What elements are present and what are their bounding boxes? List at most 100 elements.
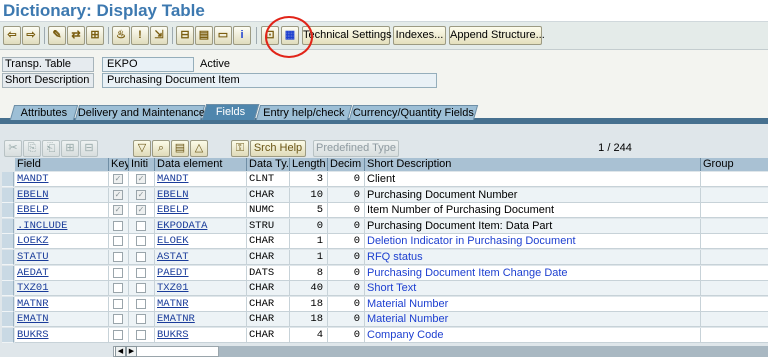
key-checkbox[interactable] bbox=[113, 283, 123, 294]
table-row[interactable]: LOEKZ ELOEK CHAR 1 0 Deletion Indicator in Pu… bbox=[15, 234, 768, 250]
table-row[interactable]: STATU ASTAT CHAR 1 0 RFQ status bbox=[15, 250, 768, 265]
back-icon[interactable]: ⇦ bbox=[3, 26, 21, 45]
tab-delivery-maintenance[interactable]: Delivery and Maintenance bbox=[74, 105, 206, 120]
table-row[interactable]: MATNR MATNR CHAR 18 0 Material Number bbox=[15, 296, 768, 312]
initial-values-checkbox[interactable] bbox=[136, 283, 146, 294]
field-name-cell[interactable]: TXZ01 bbox=[15, 281, 109, 297]
field-name-cell[interactable]: MATNR bbox=[15, 296, 109, 312]
table-row[interactable]: EBELN EBELN CHAR 10 0 Purchasing Document Num… bbox=[15, 187, 768, 203]
paste-row-icon[interactable]: ⎗ bbox=[42, 140, 60, 157]
navigate-icon[interactable]: ⇲ bbox=[150, 26, 168, 45]
data-element-cell[interactable]: EKPODATA bbox=[155, 218, 247, 234]
technical-settings-button[interactable]: Technical Settings bbox=[302, 26, 392, 45]
field-name-cell[interactable]: EMATN bbox=[15, 312, 109, 328]
other-object-icon[interactable]: ⇄ bbox=[67, 26, 85, 45]
key-checkbox[interactable] bbox=[113, 236, 123, 247]
row-selector[interactable] bbox=[2, 234, 14, 250]
initial-values-checkbox[interactable] bbox=[136, 267, 146, 278]
column-header-group[interactable]: Group bbox=[701, 158, 768, 171]
row-selector[interactable] bbox=[2, 203, 14, 219]
column-header-initial[interactable]: Initi bbox=[129, 158, 155, 171]
delete-row-icon[interactable]: ⊟ bbox=[80, 140, 98, 157]
info-icon[interactable]: i bbox=[233, 26, 251, 45]
row-selector[interactable] bbox=[2, 281, 14, 297]
display-change-icon[interactable]: ✎ bbox=[48, 26, 66, 45]
initial-values-checkbox[interactable]: ✓ bbox=[136, 189, 146, 200]
table-name-field[interactable]: EKPO bbox=[102, 57, 194, 72]
column-header-data-element[interactable]: Data element bbox=[155, 158, 247, 171]
data-element-cell[interactable]: EMATNR bbox=[155, 312, 247, 328]
table-row[interactable]: AEDAT PAEDT DATS 8 0 Purchasing Document Item… bbox=[15, 265, 768, 281]
data-element-cell[interactable]: MATNR bbox=[155, 296, 247, 312]
field-name-cell[interactable]: STATU bbox=[15, 250, 109, 265]
table-row[interactable]: TXZ01 TXZ01 CHAR 40 0 Short Text bbox=[15, 281, 768, 297]
filter-icon[interactable]: ▽ bbox=[133, 140, 151, 157]
column-header-length[interactable]: Length bbox=[290, 158, 328, 171]
table-row[interactable]: EMATN EMATNR CHAR 18 0 Material Number bbox=[15, 312, 768, 328]
column-header-decimals[interactable]: Decim bbox=[328, 158, 365, 171]
insert-row-icon[interactable]: ⊞ bbox=[61, 140, 79, 157]
short-description-field[interactable]: Purchasing Document Item bbox=[102, 73, 437, 88]
predefined-type-button[interactable]: Predefined Type bbox=[313, 140, 399, 157]
scroll-left-icon[interactable]: ◀ bbox=[115, 346, 126, 357]
tab-entry-help-check[interactable]: Entry help/check bbox=[255, 105, 353, 120]
column-header-short-description[interactable]: Short Description bbox=[365, 158, 701, 171]
horizontal-scrollbar[interactable]: ◀ ▶ bbox=[113, 346, 219, 357]
check-icon[interactable]: ⊞ bbox=[86, 26, 104, 45]
column-header-key[interactable]: Key bbox=[109, 158, 129, 171]
copy-row-icon[interactable]: ⎘ bbox=[23, 140, 41, 157]
table-row[interactable]: .INCLUDE EKPODATA STRU 0 0 Purchasing Documen… bbox=[15, 218, 768, 234]
data-element-cell[interactable]: EBELN bbox=[155, 187, 247, 203]
row-selector[interactable] bbox=[2, 172, 14, 187]
field-name-cell[interactable]: EBELN bbox=[15, 187, 109, 203]
field-name-cell[interactable]: LOEKZ bbox=[15, 234, 109, 250]
table-settings-icon[interactable]: ▤ bbox=[171, 140, 189, 157]
data-element-cell[interactable]: TXZ01 bbox=[155, 281, 247, 297]
table-row[interactable]: BUKRS BUKRS CHAR 4 0 Company Code bbox=[15, 328, 768, 343]
initial-values-checkbox[interactable] bbox=[136, 314, 146, 325]
field-name-cell[interactable]: BUKRS bbox=[15, 328, 109, 343]
initial-values-checkbox[interactable]: ✓ bbox=[136, 174, 146, 184]
key-checkbox[interactable]: ✓ bbox=[113, 174, 123, 184]
tab-currency-quantity-fields[interactable]: Currency/Quantity Fields bbox=[348, 105, 479, 120]
sort-icon[interactable]: △ bbox=[190, 140, 208, 157]
key-checkbox[interactable] bbox=[113, 252, 123, 262]
row-selector[interactable] bbox=[2, 187, 14, 203]
hierarchy-icon[interactable]: ⊟ bbox=[176, 26, 194, 45]
key-checkbox[interactable] bbox=[113, 267, 123, 278]
data-element-cell[interactable]: PAEDT bbox=[155, 265, 247, 281]
initial-values-checkbox[interactable] bbox=[136, 236, 146, 247]
tab-fields[interactable]: Fields bbox=[201, 104, 260, 120]
initial-values-checkbox[interactable] bbox=[136, 252, 146, 262]
row-selector[interactable] bbox=[2, 250, 14, 265]
field-name-cell[interactable]: MANDT bbox=[15, 172, 109, 187]
initial-values-checkbox[interactable] bbox=[136, 330, 146, 340]
find-icon[interactable]: ⌕ bbox=[152, 140, 170, 157]
key-checkbox[interactable]: ✓ bbox=[113, 189, 123, 200]
field-name-cell[interactable]: AEDAT bbox=[15, 265, 109, 281]
tab-attributes[interactable]: Attributes bbox=[9, 105, 79, 120]
forward-icon[interactable]: ⇨ bbox=[22, 26, 40, 45]
data-element-cell[interactable]: ASTAT bbox=[155, 250, 247, 265]
display-object-icon[interactable]: ▭ bbox=[214, 26, 232, 45]
cut-row-icon[interactable]: ✂ bbox=[4, 140, 22, 157]
activate-icon[interactable]: ♨ bbox=[112, 26, 130, 45]
row-selector[interactable] bbox=[2, 265, 14, 281]
field-name-cell[interactable]: EBELP bbox=[15, 203, 109, 219]
row-selector[interactable] bbox=[2, 328, 14, 343]
initial-values-checkbox[interactable] bbox=[136, 220, 146, 231]
srch-help-button[interactable]: Srch Help bbox=[250, 140, 306, 157]
key-checkbox[interactable] bbox=[113, 330, 123, 340]
field-name-cell[interactable]: .INCLUDE bbox=[15, 218, 109, 234]
table-row[interactable]: EBELP EBELP NUMC 5 0 Item Number of Purchasin… bbox=[15, 203, 768, 219]
scrollbar-thumb[interactable] bbox=[138, 348, 216, 355]
scroll-right-icon[interactable]: ▶ bbox=[126, 346, 137, 357]
indexes-button[interactable]: Indexes... bbox=[393, 26, 446, 45]
where-used-icon[interactable]: ! bbox=[131, 26, 149, 45]
initial-values-checkbox[interactable] bbox=[136, 298, 146, 309]
row-selector[interactable] bbox=[2, 218, 14, 234]
column-header-data-type[interactable]: Data Ty. bbox=[247, 158, 290, 171]
data-element-cell[interactable]: BUKRS bbox=[155, 328, 247, 343]
table-row[interactable]: MANDT MANDT CLNT 3 0 Client ✓ ✓ bbox=[15, 172, 768, 187]
data-element-cell[interactable]: MANDT bbox=[155, 172, 247, 187]
